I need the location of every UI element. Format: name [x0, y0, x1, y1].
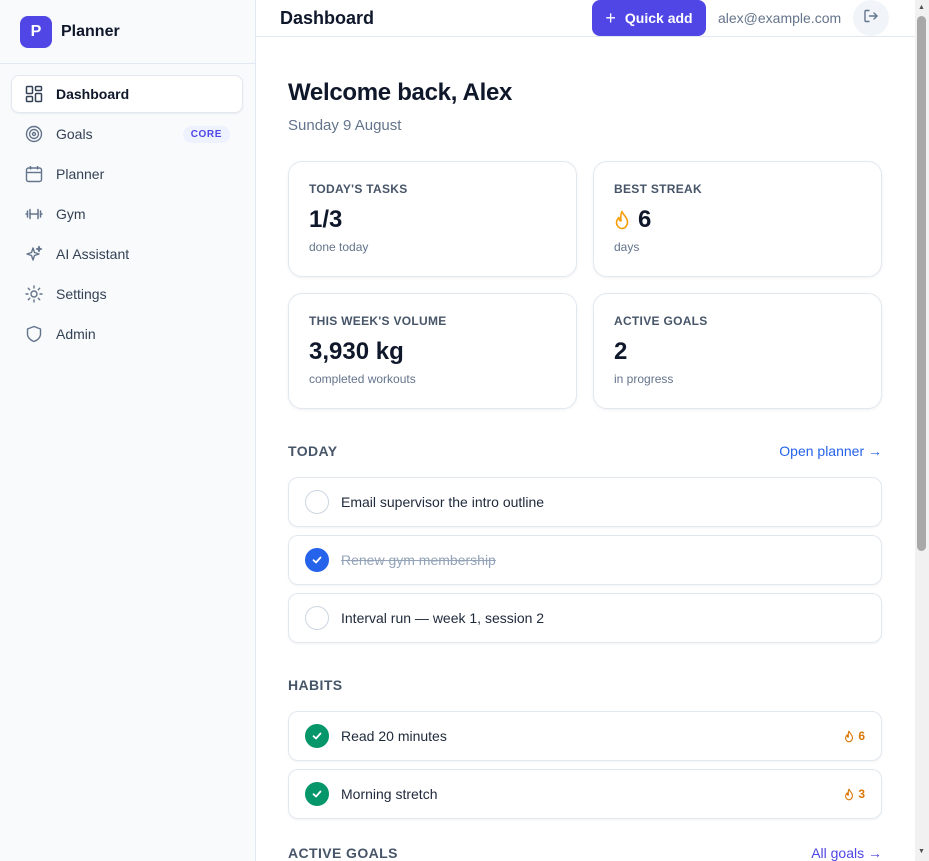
brand-name: Planner — [61, 22, 120, 40]
active-goals-section-title: ACTIVE GOALS — [288, 845, 398, 861]
all-goals-link[interactable]: All goals → — [811, 845, 882, 861]
habit-row: Read 20 minutes 6 — [288, 711, 882, 761]
sidebar-item-dashboard[interactable]: Dashboard — [11, 75, 243, 113]
sidebar-item-label: Gym — [56, 206, 86, 222]
sparkles-icon — [25, 245, 43, 263]
welcome-heading: Welcome back, Alex — [288, 79, 513, 106]
sidebar: P Planner Dashboard Goals CORE Planner G… — [0, 0, 256, 861]
stat-sub: done today — [309, 240, 369, 254]
stat-value: 6 — [614, 206, 861, 234]
shield-icon — [25, 325, 43, 343]
sidebar-item-label: Settings — [56, 286, 107, 302]
current-date: Sunday 9 August — [288, 117, 402, 134]
plus-icon: + — [605, 8, 616, 28]
task-label: Interval run — week 1, session 2 — [341, 610, 545, 626]
user-email: alex@example.com — [718, 10, 842, 26]
task-checkbox-checked[interactable] — [305, 548, 329, 572]
stat-card-todays-tasks: Today's tasks 1/3 done today — [288, 161, 577, 277]
logout-button[interactable] — [853, 0, 889, 36]
gear-icon — [25, 285, 43, 303]
target-icon — [25, 125, 43, 143]
sidebar-item-ai-assistant[interactable]: AI Assistant — [11, 235, 243, 273]
sidebar-item-label: Admin — [56, 326, 96, 342]
stat-card-best-streak: Best streak 6 days — [593, 161, 882, 277]
flame-icon — [614, 210, 630, 230]
habit-streak-count: 6 — [858, 729, 865, 743]
stat-value: 2 — [614, 338, 861, 366]
sidebar-nav: Dashboard Goals CORE Planner Gym AI Assi… — [0, 64, 255, 353]
sidebar-item-planner[interactable]: Planner — [11, 155, 243, 193]
sidebar-item-label: AI Assistant — [56, 246, 130, 262]
stat-card-weekly-volume: This week's volume 3,930 kg completed wo… — [288, 293, 577, 409]
check-icon — [312, 790, 322, 798]
quick-add-button[interactable]: + Quick add — [592, 0, 706, 36]
stat-sub: completed workouts — [309, 372, 416, 386]
habit-streak: 3 — [844, 787, 865, 801]
flame-icon — [845, 788, 854, 800]
sidebar-item-goals[interactable]: Goals CORE — [11, 115, 243, 153]
stat-sub: in progress — [614, 372, 674, 386]
page-title: Dashboard — [280, 8, 375, 28]
grid-icon — [25, 85, 43, 103]
sidebar-item-admin[interactable]: Admin — [11, 315, 243, 353]
stat-label: Active goals — [614, 314, 708, 328]
stat-label: Best streak — [614, 182, 702, 196]
quick-add-label: Quick add — [624, 10, 693, 26]
flame-icon — [845, 730, 854, 742]
sidebar-item-label: Planner — [56, 166, 105, 182]
task-row: Interval run — week 1, session 2 — [288, 593, 882, 643]
habit-streak-count: 3 — [858, 787, 865, 801]
check-icon — [312, 556, 322, 564]
task-row: Email supervisor the intro outline — [288, 477, 882, 527]
task-checkbox[interactable] — [305, 490, 329, 514]
calendar-icon — [25, 165, 43, 183]
core-badge: CORE — [182, 125, 230, 143]
logout-icon — [863, 8, 879, 29]
sidebar-item-settings[interactable]: Settings — [11, 275, 243, 313]
dumbbell-icon — [25, 205, 43, 223]
stat-value-text: 2 — [614, 338, 628, 365]
habits-section-title: HABITS — [288, 677, 343, 693]
scroll-up-arrow-icon[interactable]: ▲ — [917, 4, 926, 12]
today-section-title: TODAY — [288, 443, 338, 459]
task-checkbox[interactable] — [305, 606, 329, 630]
habit-checkbox-checked[interactable] — [305, 724, 329, 748]
task-label: Email supervisor the intro outline — [341, 494, 545, 510]
stat-sub: days — [614, 240, 640, 254]
task-label: Renew gym membership — [341, 552, 496, 568]
habit-streak: 6 — [844, 729, 865, 743]
sidebar-item-gym[interactable]: Gym — [11, 195, 243, 233]
stat-value-text: 6 — [638, 206, 652, 233]
habit-label: Read 20 minutes — [341, 728, 447, 744]
sidebar-item-label: Dashboard — [56, 86, 130, 102]
brand-logo: P — [20, 15, 52, 48]
task-row: Renew gym membership — [288, 535, 882, 585]
open-planner-link[interactable]: Open planner → — [779, 443, 882, 459]
brand[interactable]: P Planner — [0, 0, 255, 64]
stat-label: Today's tasks — [309, 182, 408, 196]
scrollbar-thumb[interactable] — [917, 16, 926, 551]
habit-row: Morning stretch 3 — [288, 769, 882, 819]
stat-value-text: 3,930 kg — [309, 338, 404, 365]
habit-checkbox-checked[interactable] — [305, 782, 329, 806]
stat-value: 3,930 kg — [309, 338, 556, 366]
scroll-down-arrow-icon[interactable]: ▼ — [917, 848, 926, 856]
check-icon — [312, 732, 322, 740]
main-content: Welcome back, Alex Sunday 9 August Today… — [256, 37, 915, 861]
sidebar-item-label: Goals — [56, 126, 93, 142]
habit-label: Morning stretch — [341, 786, 438, 802]
stat-value: 1/3 — [309, 206, 556, 234]
stat-label: This week's volume — [309, 314, 447, 328]
stat-card-active-goals: Active goals 2 in progress — [593, 293, 882, 409]
top-header: Dashboard + Quick add alex@example.com — [256, 0, 915, 37]
stat-value-text: 1/3 — [309, 206, 343, 233]
